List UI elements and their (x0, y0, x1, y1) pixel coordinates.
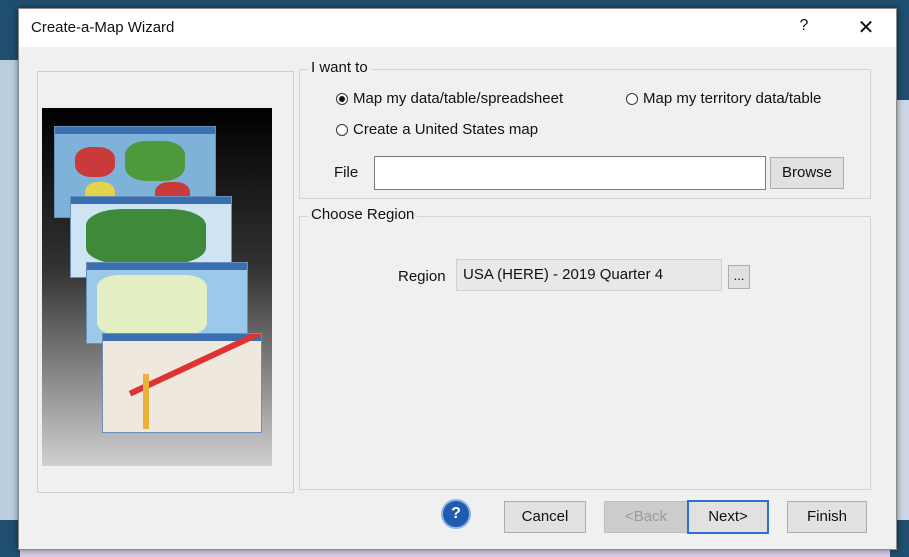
cancel-button[interactable]: Cancel (504, 501, 586, 533)
radio-create-us-map[interactable]: Create a United States map (336, 121, 538, 138)
browse-button[interactable]: Browse (770, 157, 844, 189)
choose-region-label: Choose Region (308, 206, 418, 223)
title-help-button[interactable]: ? (794, 17, 814, 35)
radio-map-my-data[interactable]: Map my data/table/spreadsheet (336, 90, 563, 107)
region-label: Region (398, 268, 446, 285)
next-button[interactable]: Next> (687, 500, 769, 534)
radio-selected-indicator (336, 92, 348, 105)
radio-create-us-map-label: Create a United States map (353, 121, 539, 138)
radio-map-my-data-label: Map my data/table/spreadsheet (353, 90, 564, 107)
region-select-button[interactable]: ... (728, 265, 750, 289)
wizard-preview-image (42, 108, 272, 466)
radio-map-territory[interactable]: Map my territory data/table (626, 90, 821, 107)
preview-street-map (102, 333, 262, 433)
back-button[interactable]: <Back (604, 501, 688, 533)
finish-button[interactable]: Finish (787, 501, 867, 533)
preview-panel (37, 71, 294, 493)
choose-region-group: Choose Region Region USA (HERE) - 2019 Q… (299, 206, 871, 490)
file-path-input[interactable] (374, 156, 766, 190)
radio-indicator (336, 123, 348, 136)
radio-map-territory-label: Map my territory data/table (643, 90, 822, 107)
region-value-field: USA (HERE) - 2019 Quarter 4 (456, 259, 722, 291)
preview-points-map (86, 262, 248, 344)
question-circle-icon[interactable]: ? (443, 501, 469, 527)
create-a-map-wizard-dialog: Create-a-Map Wizard ? ✕ I want to Map my… (18, 8, 897, 550)
close-button[interactable]: ✕ (854, 15, 878, 40)
i-want-to-label: I want to (308, 59, 371, 76)
window-title: Create-a-Map Wizard (31, 19, 175, 36)
i-want-to-group: I want to Map my data/table/spreadsheet … (299, 59, 871, 199)
radio-indicator (626, 92, 638, 105)
title-bar: Create-a-Map Wizard ? ✕ (19, 9, 896, 47)
file-label: File (334, 164, 359, 181)
